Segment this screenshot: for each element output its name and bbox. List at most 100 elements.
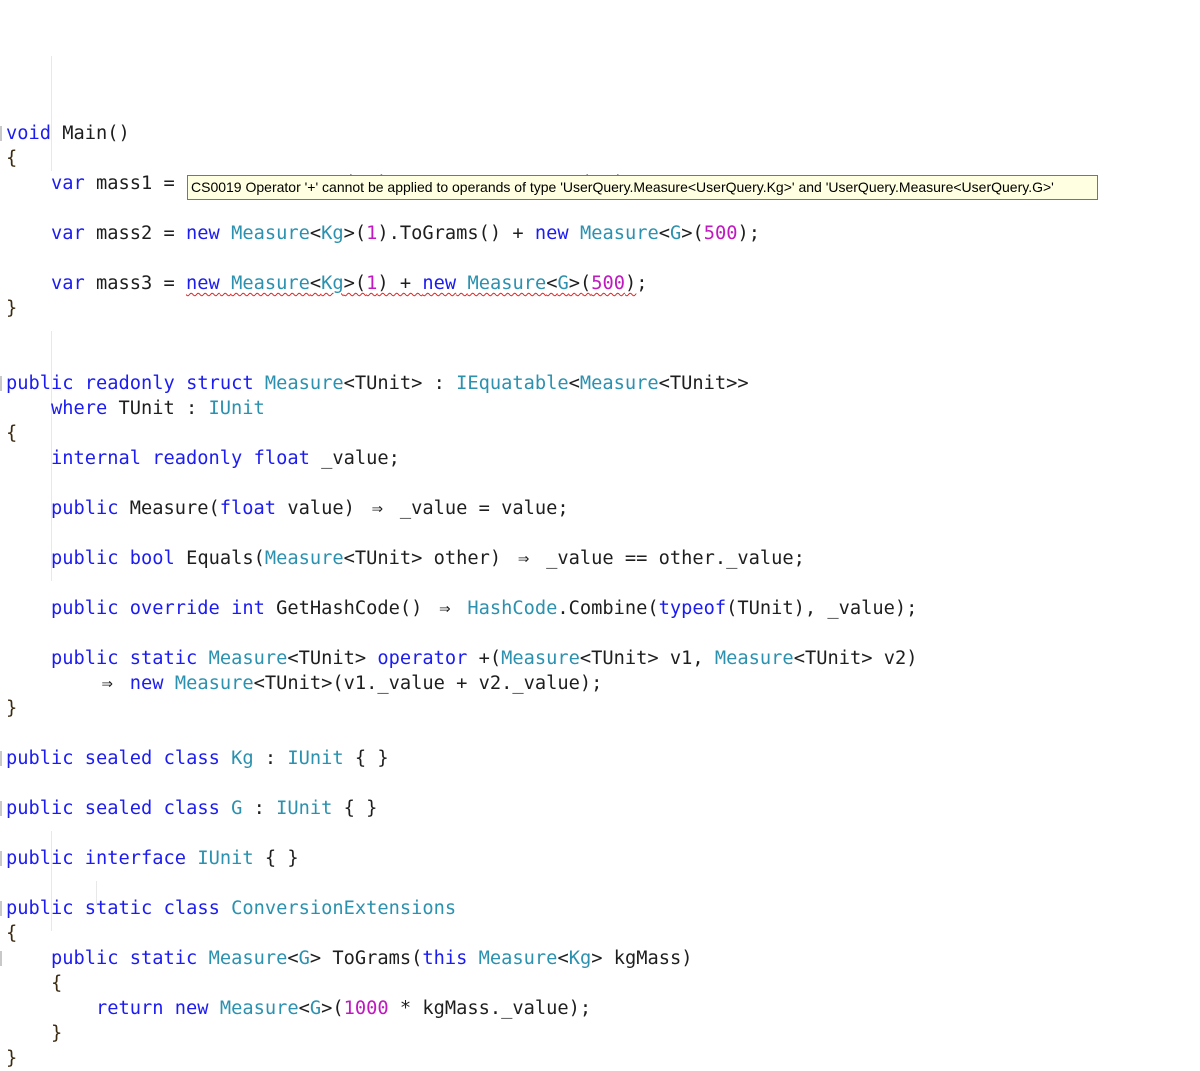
- code-token: :: [242, 798, 277, 819]
- keyword-token: public: [6, 748, 74, 769]
- outline-marker[interactable]: [0, 951, 2, 966]
- code-token: TUnit :: [107, 398, 209, 419]
- type-token: Kg: [321, 223, 344, 244]
- code-token: <: [309, 223, 322, 244]
- error-keyword-token: new: [422, 273, 457, 294]
- type-token: IUnit: [287, 748, 344, 769]
- code-line[interactable]: public readonly struct Measure<TUnit> : …: [0, 371, 917, 396]
- brace-token: }: [6, 1048, 18, 1069]
- type-token: Kg: [568, 948, 592, 969]
- code-line[interactable]: [6, 821, 917, 846]
- outline-marker[interactable]: [0, 901, 2, 916]
- code-line[interactable]: var mass2 = new Measure<Kg>(1).ToGrams()…: [6, 221, 917, 246]
- code-line[interactable]: {: [6, 421, 917, 446]
- error-type-token: G: [557, 273, 569, 294]
- code-line[interactable]: }: [6, 1021, 917, 1046]
- code-line[interactable]: return new Measure<G>(1000 * kgMass._val…: [6, 996, 917, 1021]
- code-line[interactable]: public static Measure<TUnit> operator +(…: [6, 646, 917, 671]
- code-line[interactable]: [6, 771, 917, 796]
- code-line[interactable]: void Main(): [0, 121, 917, 146]
- code-line[interactable]: {: [6, 146, 917, 171]
- code-line[interactable]: public static Measure<G> ToGrams(this Me…: [0, 946, 917, 971]
- code-line[interactable]: public bool Equals(Measure<TUnit> other)…: [6, 546, 917, 571]
- type-token: IEquatable: [456, 373, 569, 394]
- code-line[interactable]: {: [6, 971, 917, 996]
- number-token: 500: [703, 223, 738, 244]
- error-code-token: [456, 273, 467, 294]
- code-token: >(: [681, 223, 704, 244]
- code-line[interactable]: internal readonly float _value;: [6, 446, 917, 471]
- code-line[interactable]: }: [6, 696, 917, 721]
- keyword-token: internal: [51, 448, 142, 469]
- keyword-token: readonly: [84, 373, 175, 394]
- outline-marker[interactable]: [0, 851, 2, 866]
- code-token: * kgMass._value);: [388, 998, 592, 1019]
- type-token: Measure: [264, 548, 344, 569]
- code-token: ).ToGrams() +: [377, 223, 535, 244]
- code-token: ;: [636, 273, 648, 294]
- code-token: <: [658, 223, 670, 244]
- code-line[interactable]: [6, 571, 917, 596]
- code-line[interactable]: public static class ConversionExtensions: [0, 896, 917, 921]
- code-line[interactable]: public sealed class G : IUnit { }: [0, 796, 917, 821]
- code-line[interactable]: public Measure(float value) ⇒ _value = v…: [6, 496, 917, 521]
- code-line[interactable]: where TUnit : IUnit: [6, 396, 917, 421]
- error-keyword-token: new: [186, 273, 220, 294]
- code-line[interactable]: public interface IUnit { }: [0, 846, 917, 871]
- code-line[interactable]: }: [6, 296, 917, 321]
- code-line[interactable]: ⇒ new Measure<TUnit>(v1._value + v2._val…: [6, 671, 917, 696]
- outline-marker[interactable]: [0, 801, 2, 816]
- keyword-token: public: [6, 848, 74, 869]
- code-token: <TUnit>: [287, 648, 378, 669]
- code-line[interactable]: [6, 721, 917, 746]
- keyword-token: new: [129, 673, 164, 694]
- outline-marker[interactable]: [0, 751, 2, 766]
- code-line[interactable]: [6, 321, 917, 346]
- code-line[interactable]: public sealed class Kg : IUnit { }: [0, 746, 917, 771]
- type-token: IUnit: [208, 398, 265, 419]
- type-token: Measure: [579, 223, 659, 244]
- code-line[interactable]: [6, 521, 917, 546]
- outline-marker[interactable]: [0, 126, 2, 141]
- arrow-token: ⇒: [371, 498, 383, 519]
- code-line[interactable]: {: [6, 921, 917, 946]
- code-line[interactable]: var mass3 = new Measure<Kg>(1) + new Mea…: [6, 271, 917, 296]
- code-line[interactable]: [6, 471, 917, 496]
- code-editor[interactable]: void Main(){ var mass1 = new Measure<G>(…: [0, 0, 917, 1071]
- code-line[interactable]: [6, 246, 917, 271]
- outline-marker[interactable]: [0, 376, 2, 391]
- code-line[interactable]: [6, 871, 917, 896]
- code-line[interactable]: [6, 621, 917, 646]
- error-number-token: 500: [591, 273, 626, 294]
- keyword-token: override: [129, 598, 220, 619]
- keyword-token: typeof: [658, 598, 727, 619]
- type-token: Measure: [714, 648, 794, 669]
- code-token: <TUnit> v1,: [579, 648, 715, 669]
- code-line[interactable]: }: [6, 1046, 917, 1071]
- keyword-token: var: [51, 173, 85, 194]
- error-code-token: >(: [343, 273, 367, 294]
- arrow-token: ⇒: [439, 598, 451, 619]
- type-token: Measure: [478, 948, 558, 969]
- code-token: <: [287, 948, 299, 969]
- code-line[interactable]: public override int GetHashCode() ⇒ Hash…: [6, 596, 917, 621]
- code-line[interactable]: [6, 346, 917, 371]
- keyword-token: sealed: [84, 748, 153, 769]
